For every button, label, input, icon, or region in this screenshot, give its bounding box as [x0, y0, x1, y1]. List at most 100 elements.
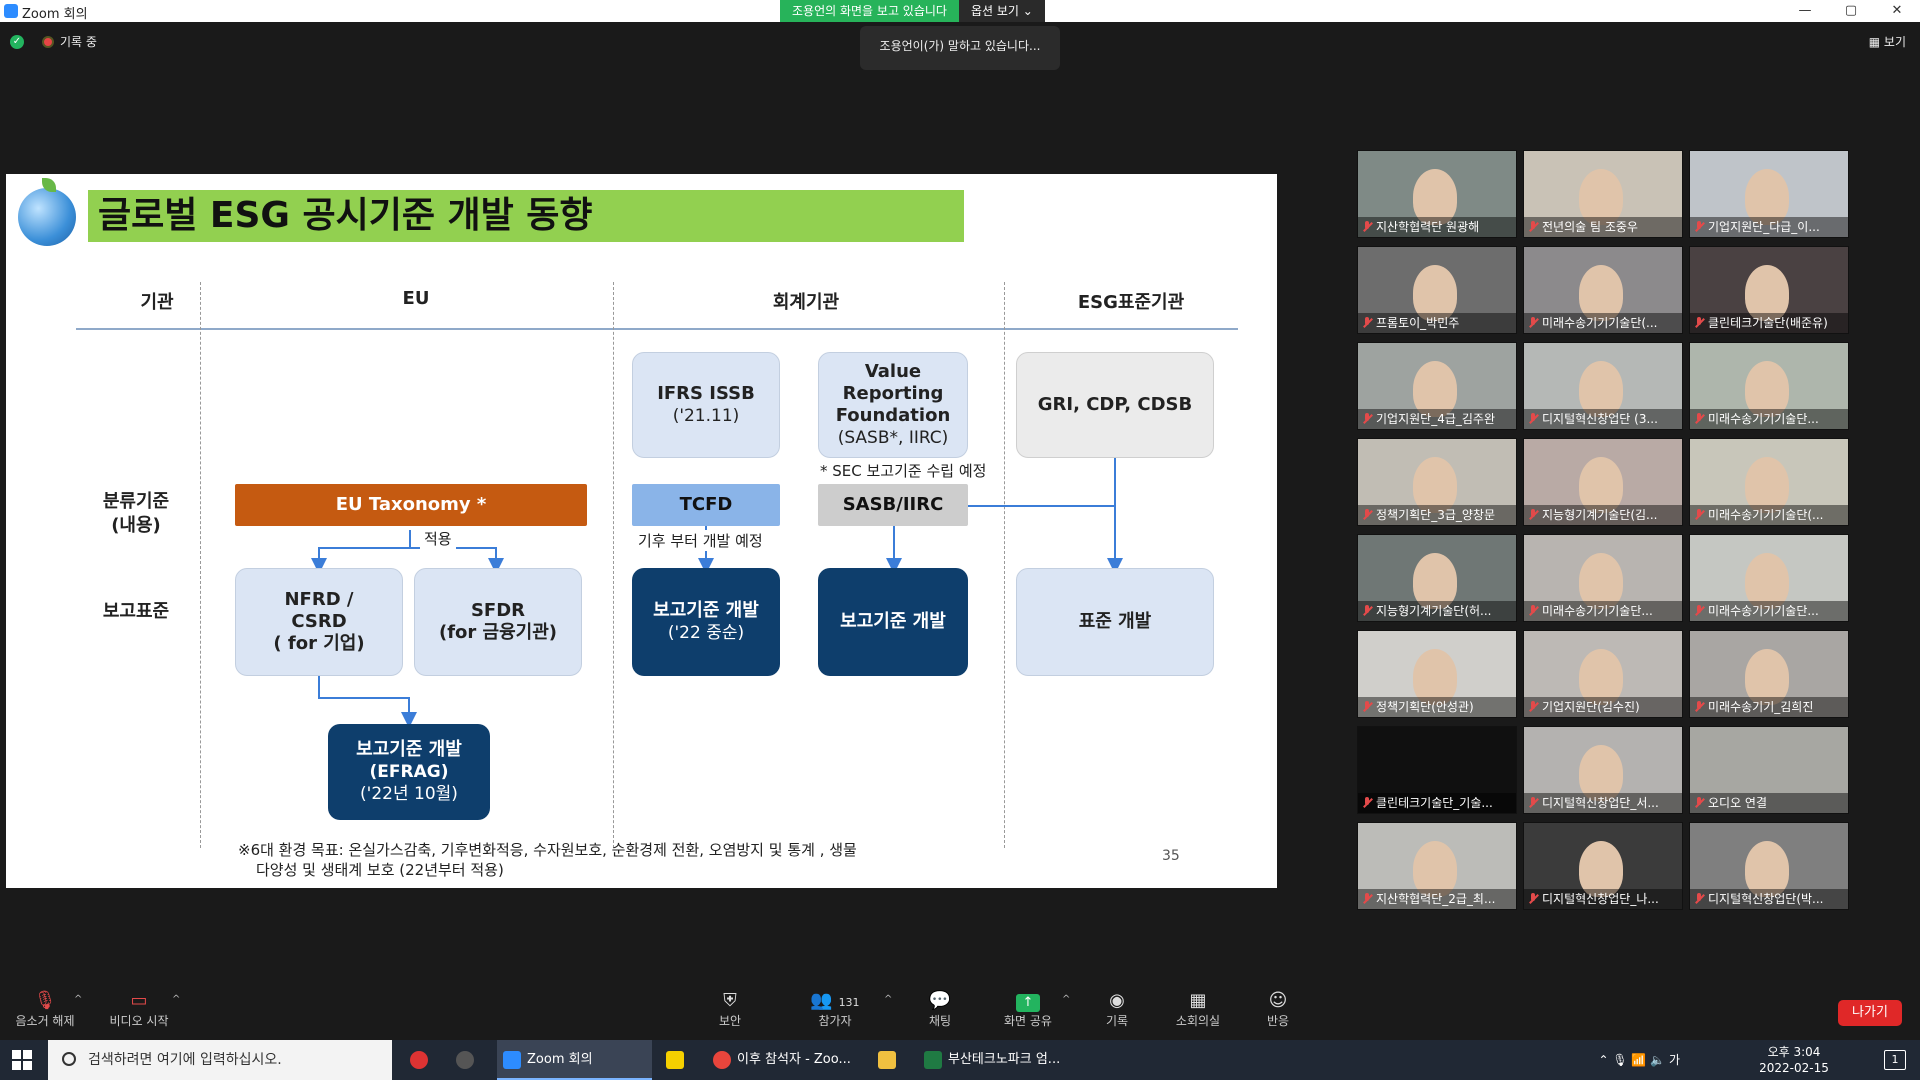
participant-tile[interactable]: 미래수송기기기술단(...	[1523, 246, 1683, 334]
participants-button[interactable]: 👥 131 참가자	[790, 990, 880, 1029]
chat-label: 채팅	[928, 1014, 952, 1028]
reporting-dev-box: 보고기준 개발	[818, 568, 968, 676]
clock-date: 2022-02-15	[1759, 1061, 1829, 1075]
participant-tile[interactable]: 디지털혁신창업단_서...	[1523, 726, 1683, 814]
video-options-caret-icon[interactable]: ^	[172, 994, 180, 1005]
sec-note: * SEC 보고기준 수립 예정	[820, 462, 987, 480]
participant-tile[interactable]: 지산학협력단_2급_최...	[1357, 822, 1517, 910]
participant-tile[interactable]: 오디오 연결	[1689, 726, 1849, 814]
taskbar-clock[interactable]: 오후 3:04 2022-02-15	[1734, 1044, 1854, 1076]
share-options-caret-icon[interactable]: ^	[1062, 994, 1070, 1005]
breakout-rooms-icon: ▦	[1189, 990, 1207, 1011]
breakout-label: 소회의실	[1175, 1014, 1221, 1028]
taskbar-chrome-label: 이후 참석자 - Zoo...	[737, 1052, 851, 1067]
participant-tile[interactable]: 미래수송기기기술단...	[1689, 342, 1849, 430]
leave-meeting-button[interactable]: 나가기	[1838, 1000, 1902, 1026]
minimize-button[interactable]: —	[1782, 0, 1828, 22]
active-speaker-tooltip: 조용언이(가) 말하고 있습니다...	[860, 26, 1060, 70]
zoom-icon	[503, 1051, 521, 1069]
taskbar-media-app[interactable]	[404, 1040, 442, 1080]
close-button[interactable]: ✕	[1874, 0, 1920, 22]
participant-tile[interactable]: 정책기획단(안성관)	[1357, 630, 1517, 718]
obs-icon	[456, 1051, 474, 1069]
volume-icon[interactable]: 🔈	[1650, 1053, 1669, 1067]
taskbar-explorer-app[interactable]	[872, 1040, 910, 1080]
audio-options-caret-icon[interactable]: ^	[74, 994, 82, 1005]
taskbar-chrome-window[interactable]: 이후 참석자 - Zoo...	[707, 1040, 867, 1080]
recording-label: 기록 중	[60, 35, 97, 49]
tray-chevron-icon[interactable]: ⌃	[1598, 1053, 1612, 1067]
participant-tile[interactable]: 디지털혁신창업단_나...	[1523, 822, 1683, 910]
muted-mic-icon	[1362, 509, 1372, 521]
video-off-icon: ▭	[130, 990, 148, 1011]
participant-tile[interactable]: 기업지원단(김수진)	[1523, 630, 1683, 718]
record-label: 기록	[1105, 1014, 1129, 1028]
muted-mic-icon	[1362, 221, 1372, 233]
window-title: Zoom 회의	[22, 7, 88, 22]
participant-tile[interactable]: 전년의술 팀 조중우	[1523, 150, 1683, 238]
security-button[interactable]: ⛨ 보안	[685, 990, 775, 1029]
network-icon[interactable]: 📶	[1631, 1053, 1650, 1067]
taskbar-zoom-meeting[interactable]: Zoom 회의	[497, 1040, 652, 1080]
dev-mid-date: ('22 중순)	[667, 623, 745, 643]
muted-mic-icon	[1694, 317, 1704, 329]
taskbar-excel-label: 부산테크노파크 엄...	[948, 1052, 1061, 1067]
sfdr-box: SFDR (for 금융기관)	[414, 568, 582, 676]
participants-caret-icon[interactable]: ^	[884, 994, 892, 1005]
share-label: 화면 공유	[1004, 1014, 1052, 1028]
participant-name: 지능형기계기술단(김...	[1524, 505, 1682, 525]
participant-tile[interactable]: 미래수송기기기술단(...	[1689, 438, 1849, 526]
participant-tile[interactable]: 디지털혁신창업단(박...	[1689, 822, 1849, 910]
meeting-status: ✓ 기록 중	[10, 33, 97, 50]
start-video-button[interactable]: ▭ 비디오 시작	[94, 990, 184, 1029]
taskbar-obs-app[interactable]	[450, 1040, 488, 1080]
participant-tile[interactable]: 지능형기계기술단(허...	[1357, 534, 1517, 622]
breakout-rooms-button[interactable]: ▦ 소회의실	[1153, 990, 1243, 1029]
participant-name: 기업지원단_다급_이...	[1690, 217, 1848, 237]
taskbar-search-box[interactable]: 검색하려면 여기에 입력하십시오.	[48, 1040, 392, 1080]
participant-tile[interactable]: 클린테크기술단(배준유)	[1689, 246, 1849, 334]
participant-tile[interactable]: 프롬토이_박민주	[1357, 246, 1517, 334]
chat-button[interactable]: 💬 채팅	[895, 990, 985, 1029]
participant-tile[interactable]: 미래수송기기_김희진	[1689, 630, 1849, 718]
taskbar-excel-window[interactable]: 부산테크노파크 엄...	[918, 1040, 1068, 1080]
muted-mic-icon	[1362, 893, 1372, 905]
participant-name: 기업지원단(김수진)	[1524, 697, 1682, 717]
shared-slide: 글로벌 ESG 공시기준 개발 동향 기관 EU 회계기관 ESG표준기관 분류…	[6, 174, 1277, 888]
reporting-dev-mid22-box: 보고기준 개발 ('22 중순)	[632, 568, 780, 676]
standard-dev-box: 표준 개발	[1016, 568, 1214, 676]
participant-tile[interactable]: 미래수송기기기술단...	[1523, 534, 1683, 622]
taskbar-kakaotalk-app[interactable]	[660, 1040, 698, 1080]
maximize-button[interactable]: ▢	[1828, 0, 1874, 22]
sasb-iirc-box: SASB/IIRC	[818, 484, 968, 526]
muted-mic-icon	[1694, 701, 1704, 713]
vrf-title: Value Reporting Foundation	[835, 361, 951, 426]
ime-indicator[interactable]: 가	[1669, 1053, 1680, 1067]
microphone-icon[interactable]: 🎙	[1612, 1053, 1631, 1067]
folder-icon	[878, 1051, 896, 1069]
view-options-button[interactable]: 옵션 보기 ⌄	[958, 0, 1045, 22]
muted-mic-icon	[1694, 509, 1704, 521]
reactions-button[interactable]: ☺ 반응	[1233, 990, 1323, 1029]
slide-footnote: ※6대 환경 목표: 온실가스감축, 기후변화적응, 수자원보호, 순환경제 전…	[238, 840, 857, 880]
muted-mic-icon	[1694, 605, 1704, 617]
participant-tile[interactable]: 클린테크기술단_기술...	[1357, 726, 1517, 814]
view-button[interactable]: ▦ 보기	[1869, 33, 1906, 50]
record-button[interactable]: ◉ 기록	[1072, 990, 1162, 1029]
participant-tile[interactable]: 지산학협력단 원광해	[1357, 150, 1517, 238]
participant-tile[interactable]: 지능형기계기술단(김...	[1523, 438, 1683, 526]
share-screen-button[interactable]: ↑ 화면 공유	[983, 990, 1073, 1029]
participant-tile[interactable]: 디지털혁신창업단 (3...	[1523, 342, 1683, 430]
muted-mic-icon	[1694, 413, 1704, 425]
participant-tile[interactable]: 기업지원단_다급_이...	[1689, 150, 1849, 238]
notification-center-icon[interactable]: 1	[1884, 1050, 1906, 1070]
participant-tile[interactable]: 정책기획단_3급_양창문	[1357, 438, 1517, 526]
participant-name: 디지털혁신창업단(박...	[1690, 889, 1848, 909]
efrag-box: 보고기준 개발 (EFRAG) ('22년 10월)	[328, 724, 490, 820]
recording-icon	[42, 35, 54, 48]
participant-tile[interactable]: 미래수송기기기술단...	[1689, 534, 1849, 622]
security-label: 보안	[718, 1014, 742, 1028]
windows-start-icon[interactable]	[12, 1050, 32, 1070]
encryption-shield-icon[interactable]: ✓	[10, 34, 24, 49]
participant-tile[interactable]: 기업지원단_4급_김주완	[1357, 342, 1517, 430]
